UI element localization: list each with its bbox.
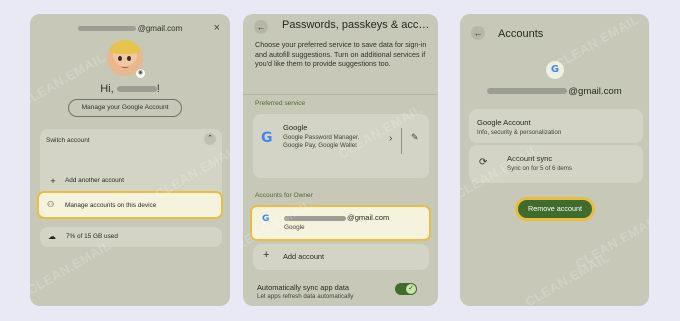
email-suffix: @gmail.com	[568, 86, 622, 97]
auto-sync-toggle[interactable]: ✓	[395, 283, 417, 295]
google-logo-icon: G	[546, 61, 564, 79]
remove-account-button[interactable]: Remove account	[518, 200, 592, 218]
passwords-passkeys-panel: ← Passwords, passkeys & acc… Choose your…	[243, 14, 438, 306]
redacted-email	[77, 26, 136, 32]
storage-label: 7% of 15 GB used	[66, 233, 118, 240]
greeting: Hi, !	[30, 83, 230, 95]
preferred-service-card[interactable]: G Google Google Password Manager, Google…	[253, 114, 429, 178]
owner-email: @gmail.com	[284, 213, 389, 222]
redacted-email	[284, 215, 346, 221]
add-account-label: Add account	[283, 252, 325, 261]
close-icon[interactable]: ×	[214, 22, 220, 34]
page-description: Choose your preferred service to save da…	[255, 40, 427, 68]
sync-icon: ⟳	[479, 157, 488, 168]
accounts-panel: ← Accounts G @gmail.com Google Account I…	[460, 14, 649, 306]
manage-google-account-button[interactable]: Manage your Google Account	[68, 99, 182, 117]
avatar-eye	[127, 56, 131, 61]
auto-sync-description: Let apps refresh data automatically	[257, 293, 354, 300]
divider	[401, 128, 402, 154]
camera-icon[interactable]: ◉	[136, 69, 145, 78]
plus-icon: +	[263, 249, 270, 261]
preferred-service-description: Google Password Manager, Google Pay, Goo…	[283, 134, 360, 150]
switch-account-label: Switch account	[46, 137, 90, 144]
auto-sync-label: Automatically sync app data	[257, 283, 350, 292]
cloud-icon: ☁	[48, 232, 56, 241]
account-sync-subtitle: Sync on for 5 of 6 items	[507, 165, 572, 172]
google-logo-icon: G	[261, 130, 273, 146]
email-suffix: @gmail.com	[347, 213, 390, 222]
chevron-right-icon[interactable]: ›	[389, 133, 392, 144]
preferred-service-header: Preferred service	[255, 100, 306, 107]
owner-provider: Google	[284, 224, 305, 231]
watermark: CLEAN.EMAIL	[522, 249, 612, 306]
add-another-account-label: Add another account	[65, 177, 124, 184]
account-email: @gmail.com	[460, 86, 649, 97]
page-title: Passwords, passkeys & acc…	[282, 19, 430, 31]
auto-sync-row[interactable]: Automatically sync app data Let apps ref…	[255, 282, 431, 304]
back-arrow-icon[interactable]: ←	[254, 20, 268, 34]
avatar-eye	[118, 56, 122, 61]
redacted-name	[116, 86, 157, 93]
preferred-service-name: Google	[283, 123, 308, 132]
redacted-email	[487, 88, 568, 95]
back-arrow-icon[interactable]: ←	[471, 26, 485, 40]
greeting-suffix: !	[156, 83, 160, 95]
watermark: CLEAN.EMAIL	[552, 14, 642, 72]
add-another-account-row[interactable]: + Add another account	[40, 170, 222, 192]
greeting-prefix: Hi,	[100, 83, 114, 95]
google-account-row[interactable]: Google Account Info, security & personal…	[469, 109, 643, 143]
account-switcher-panel: @gmail.com × ◉ Hi, ! Manage your Google …	[30, 14, 230, 306]
add-account-button[interactable]: + Add account	[253, 244, 429, 270]
check-icon: ✓	[406, 284, 416, 294]
owner-account-row[interactable]: G @gmail.com Google	[250, 205, 431, 241]
accounts-for-owner-header: Accounts for Owner	[255, 192, 313, 199]
avatar-mouth	[121, 65, 129, 68]
google-logo-icon: G	[262, 214, 270, 224]
chevron-up-icon[interactable]: ⌃	[204, 133, 216, 145]
google-account-subtitle: Info, security & personalization	[477, 129, 562, 136]
email-suffix: @gmail.com	[137, 24, 183, 33]
account-sync-title: Account sync	[507, 154, 553, 163]
manage-accounts-label: Manage accounts on this device	[65, 202, 157, 209]
pencil-icon[interactable]: ✎	[411, 132, 419, 143]
account-sync-row[interactable]: ⟳ Account sync Sync on for 5 of 6 items	[469, 145, 643, 183]
manage-accounts-icon: ⚇	[47, 200, 55, 209]
storage-usage-row[interactable]: ☁ 7% of 15 GB used	[40, 227, 222, 247]
divider	[243, 94, 438, 95]
plus-icon: +	[50, 176, 56, 186]
google-account-title: Google Account	[477, 118, 531, 127]
manage-accounts-on-device-row[interactable]: ⚇ Manage accounts on this device	[37, 191, 223, 219]
page-title: Accounts	[498, 28, 544, 40]
account-email-header: @gmail.com	[30, 24, 230, 33]
remove-account-highlight: Remove account	[515, 197, 595, 221]
avatar-hair	[107, 40, 143, 54]
